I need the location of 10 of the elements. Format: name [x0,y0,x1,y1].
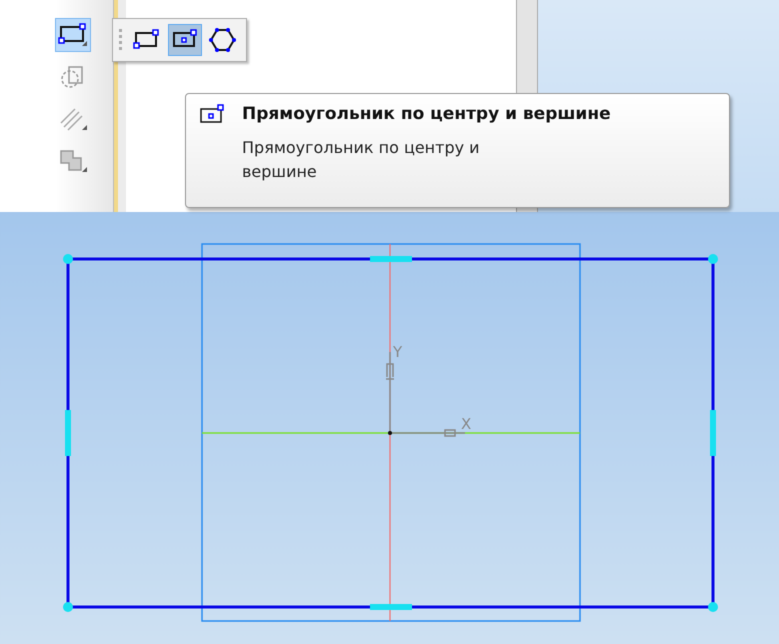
rectangle-tool-button[interactable] [55,18,91,52]
grip-icon[interactable] [119,29,122,51]
y-axis-label: Y [393,343,402,361]
origin-point [388,431,392,435]
center-rectangle-icon [200,104,226,124]
tooltip-description: Прямоугольник по центру и вершине [242,137,481,183]
tooltip-title: Прямоугольник по центру и вершине [242,104,611,124]
center-rectangle-button[interactable] [168,24,202,56]
center-rectangle-shape[interactable] [63,254,718,612]
x-axis-label: X [461,415,472,433]
